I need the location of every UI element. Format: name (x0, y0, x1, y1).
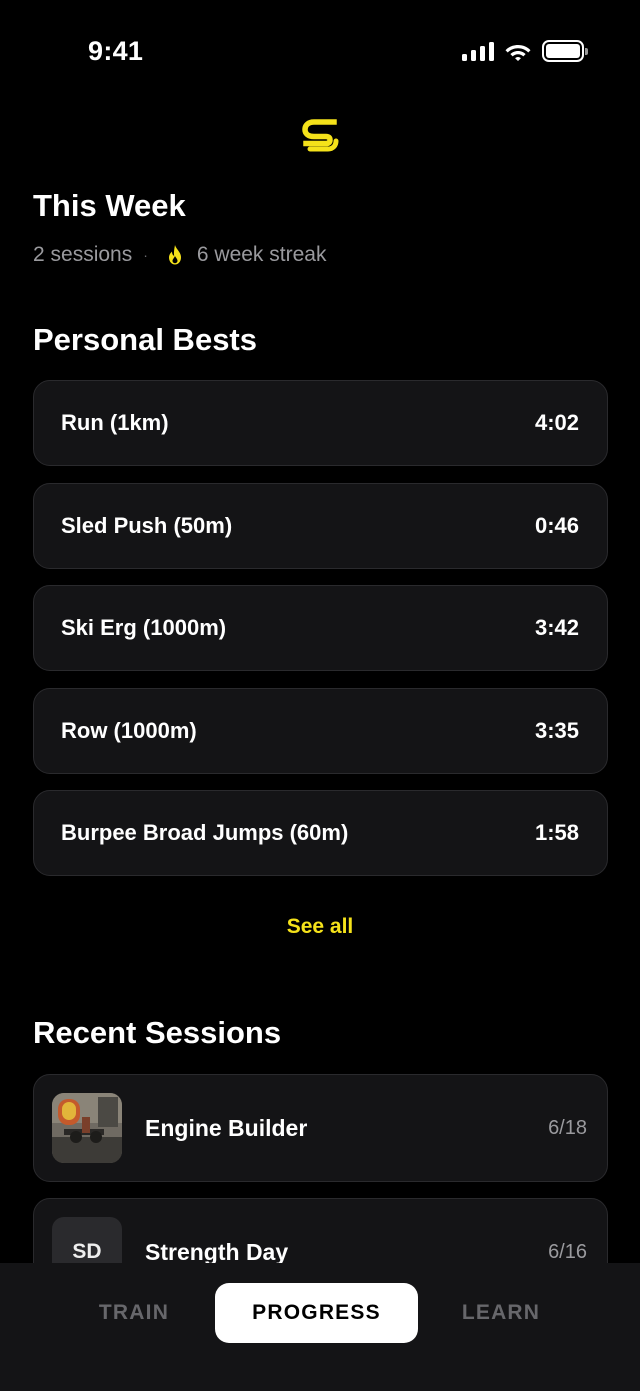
pb-name: Burpee Broad Jumps (60m) (61, 820, 349, 845)
session-name: Strength Day (145, 1238, 289, 1265)
separator-dot: · (143, 247, 148, 263)
personal-bests-list: Run (1km) 4:02 Sled Push (50m) 0:46 Ski … (33, 380, 608, 893)
cellular-signal-icon (462, 41, 494, 61)
app-logo-icon (302, 119, 339, 152)
pb-time: 1:58 (534, 820, 579, 845)
pb-name: Sled Push (50m) (61, 512, 233, 538)
battery-icon (542, 40, 588, 62)
pb-time: 0:46 (534, 512, 579, 538)
bottom-tab-bar: TRAIN PROGRESS LEARN (0, 1263, 640, 1391)
pb-time: 4:02 (534, 410, 579, 435)
personal-best-card[interactable]: Burpee Broad Jumps (60m) 1:58 (33, 790, 608, 876)
personal-best-card[interactable]: Sled Push (50m) 0:46 (33, 482, 608, 569)
flame-icon (168, 245, 181, 265)
status-icons (462, 40, 588, 62)
tab-progress[interactable]: PROGRESS (215, 1283, 418, 1343)
pb-name: Run (1km) (61, 410, 169, 435)
session-thumbnail (52, 1093, 122, 1163)
personal-best-card[interactable]: Row (1000m) 3:35 (33, 687, 608, 774)
week-summary: 2 sessions · 6 week streak (33, 243, 326, 267)
pb-time: 3:42 (534, 615, 579, 640)
recent-sessions-title: Recent Sessions (33, 1015, 282, 1050)
pb-name: Row (1000m) (61, 717, 197, 743)
this-week-title: This Week (33, 188, 186, 223)
session-date: 6/16 (548, 1240, 587, 1263)
status-time: 9:41 (88, 36, 144, 66)
personal-bests-title: Personal Bests (33, 322, 257, 357)
pb-name: Ski Erg (1000m) (61, 615, 227, 640)
tab-learn[interactable]: LEARN (431, 1283, 571, 1343)
session-name: Engine Builder (145, 1114, 308, 1141)
see-all-link[interactable]: See all (0, 915, 640, 939)
personal-best-card[interactable]: Ski Erg (1000m) 3:42 (33, 585, 608, 671)
session-card[interactable]: Engine Builder 6/18 (33, 1074, 608, 1182)
personal-best-card[interactable]: Run (1km) 4:02 (33, 380, 608, 466)
streak-text: 6 week streak (196, 243, 327, 266)
tab-train[interactable]: TRAIN (64, 1283, 204, 1343)
pb-time: 3:35 (534, 717, 579, 743)
status-bar: 9:41 (0, 0, 640, 104)
sessions-count: 2 sessions (33, 243, 133, 266)
wifi-icon (505, 45, 531, 61)
session-date: 6/18 (548, 1116, 587, 1139)
